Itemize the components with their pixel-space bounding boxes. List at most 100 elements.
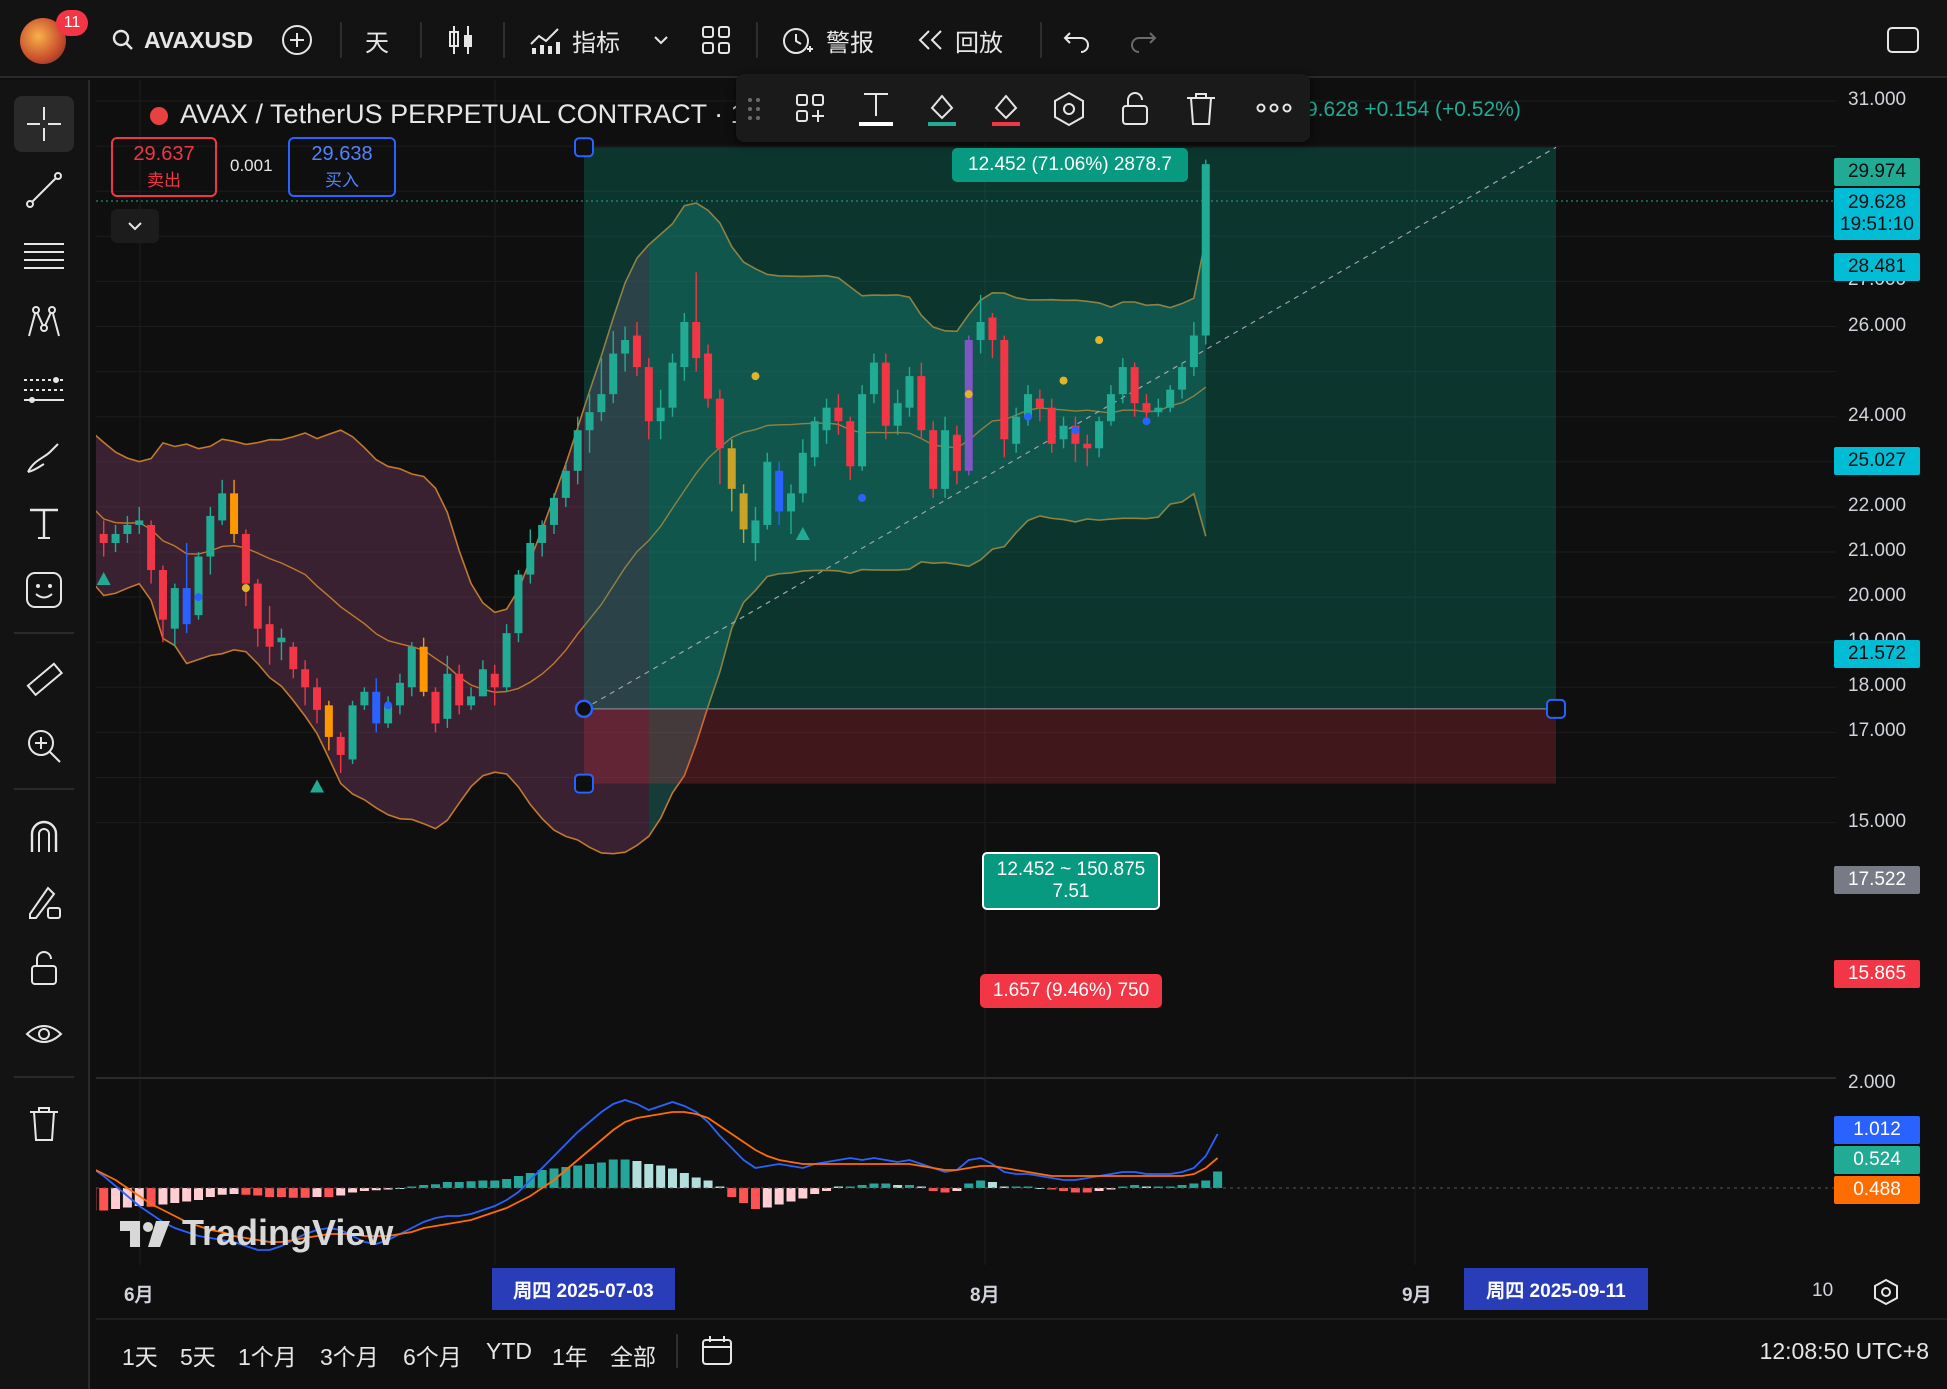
candle-body [715,398,724,449]
range-all[interactable]: 全部 [610,1338,656,1372]
sell-button[interactable]: 29.637 卖出 [111,137,217,197]
candle-body [123,524,132,534]
range-1y[interactable]: 1年 [552,1338,588,1372]
pattern-tool[interactable] [14,294,74,350]
remove-drawings-tool[interactable] [14,1096,74,1152]
symbol-legend[interactable]: AVAX / TetherUS PERPETUAL CONTRACT · 1天 … [150,92,804,131]
candle-body [1059,425,1068,440]
macd-histogram-bar [762,1188,772,1208]
buy-button[interactable]: 29.638 买入 [288,137,396,197]
crosshair-icon [27,107,61,141]
clock-timezone[interactable]: 12:08:50 UTC+8 [1760,1338,1929,1365]
candle-body [704,353,713,399]
eye-icon [25,1025,63,1043]
magnet-tool[interactable] [14,808,74,864]
crosshair-tool[interactable] [14,96,74,152]
stop-price-label: 15.865 [1834,960,1920,988]
candle-body [644,367,653,422]
candle-body [822,407,831,431]
alert-button[interactable]: 警报 [780,20,874,60]
macd-histogram-bar [336,1188,346,1196]
undo-button[interactable] [1062,20,1092,60]
buy-price: 29.638 [311,143,373,165]
layouts-button[interactable] [700,20,732,60]
ruler-tool[interactable] [14,652,74,708]
goto-date-button[interactable] [700,1334,734,1371]
symbol-search[interactable]: AVAXUSD [110,20,253,60]
templates-icon[interactable] [794,92,826,124]
candle-body [158,570,167,620]
zoom-tool[interactable] [14,718,74,774]
drag-handle-icon[interactable] [746,96,762,122]
macd-histogram-bar [442,1182,452,1188]
price-chart[interactable] [96,80,1836,1310]
fullscreen-button[interactable] [1886,20,1920,60]
range-1d[interactable]: 1天 [122,1338,158,1372]
candle-body [988,317,997,341]
chart-pane[interactable] [96,80,1836,1310]
candle-body [585,412,594,431]
mid-band-label: 25.027 [1834,447,1920,475]
hide-drawings-tool[interactable] [14,1006,74,1062]
candle-body [1130,367,1139,404]
smiley-icon [26,572,62,608]
fib-tool[interactable] [14,228,74,284]
price-tick: 24.000 [1848,404,1907,426]
range-ytd[interactable]: YTD [486,1338,532,1365]
grid-icon [702,26,730,54]
lock-icon[interactable] [1118,90,1152,128]
chart-type-button[interactable] [446,20,476,60]
candle-body [964,340,973,471]
candle-body [170,588,179,629]
trend-line-tool[interactable] [14,162,74,218]
range-3m[interactable]: 3个月 [320,1338,379,1372]
candle-body [265,624,274,647]
candle-body [289,646,298,670]
candle-body [467,696,476,706]
candle-body [976,321,985,341]
range-5d[interactable]: 5天 [180,1338,216,1372]
price-tick: 20.000 [1848,585,1907,607]
emoji-tool[interactable] [14,562,74,618]
indicators-button[interactable]: 指标 [528,20,620,60]
interval-button[interactable]: 天 [365,20,389,60]
macd-histogram-bar [217,1188,227,1195]
candle-body [182,588,191,625]
candle-body [787,493,795,512]
candle-body [1201,164,1210,336]
compare-button[interactable] [280,20,314,60]
candle-body [929,430,938,489]
macd-histogram-bar [644,1164,654,1188]
axis-settings-button[interactable] [1872,1278,1900,1311]
settings-icon[interactable] [1050,90,1088,128]
candle-body [739,493,748,530]
fill-up-color-icon[interactable] [922,88,962,128]
text-tool[interactable] [14,496,74,552]
candle-body [561,470,570,498]
window-icon [1887,27,1919,53]
more-options-icon[interactable] [1256,102,1292,114]
replay-button[interactable]: 回放 [915,20,1003,60]
macd-histogram-bar [573,1165,583,1188]
redo-button[interactable] [1128,20,1158,60]
lock-drawing-tool[interactable] [14,874,74,930]
macd-histogram-bar [99,1188,109,1211]
lock-all-tool[interactable] [14,940,74,996]
macd-histogram-bar [798,1188,808,1199]
candle-body [1166,389,1175,408]
range-6m[interactable]: 6个月 [403,1338,462,1372]
candle-body [419,646,428,692]
range-1m[interactable]: 1个月 [238,1338,297,1372]
signal-dot [384,701,393,710]
plus-circle-icon [282,25,312,55]
indicators-dropdown[interactable] [652,20,670,60]
brush-tool[interactable] [14,430,74,486]
macd-histogram-bar [940,1188,950,1193]
legend-collapse-button[interactable] [111,209,159,243]
text-color-icon[interactable] [856,88,896,128]
tradingview-logo-text: TradingView [182,1212,394,1253]
fill-down-color-icon[interactable] [986,88,1026,128]
trash-icon[interactable] [1184,90,1218,128]
candle-body [834,407,843,422]
forecast-tool[interactable] [14,362,74,418]
